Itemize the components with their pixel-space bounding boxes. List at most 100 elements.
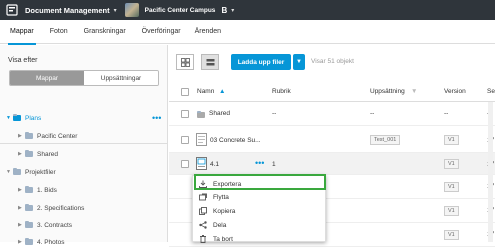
version-badge[interactable]: V1 — [444, 159, 459, 169]
list-icon — [206, 58, 214, 65]
version-badge[interactable]: V1 — [444, 206, 459, 216]
row-more-icon[interactable]: ••• — [255, 158, 264, 168]
table-scrollbar[interactable] — [488, 102, 493, 242]
expand-triangle-icon[interactable]: ▶ — [18, 151, 25, 157]
top-bar: Document Management ▾ Pacific Center Cam… — [0, 0, 495, 20]
tab-issues[interactable]: Ärenden — [195, 20, 221, 44]
tree-item-label: 1. Bids — [37, 186, 57, 194]
version-badge[interactable]: V1 — [444, 230, 459, 240]
folder-icon — [25, 237, 33, 245]
export-highlight-box — [194, 174, 326, 190]
menu-item-label: Dela — [213, 221, 227, 229]
column-header-set[interactable]: Uppsättning — [370, 88, 405, 95]
expand-triangle-icon[interactable]: ▶ — [18, 133, 25, 139]
tree-item-label: Projektfiler — [25, 168, 56, 176]
view-segmented-control: Mappar Uppsättningar — [9, 70, 159, 86]
folder-icon — [25, 131, 33, 139]
tree-item-plans[interactable]: ▼ Plans — [6, 112, 41, 124]
tree-item-label: 2. Specifications — [37, 204, 85, 212]
app-title[interactable]: Document Management — [25, 6, 110, 15]
expand-triangle-icon[interactable]: ▼ — [6, 115, 13, 121]
copy-icon — [199, 207, 213, 215]
move-icon — [199, 193, 213, 201]
tree-item-contracts[interactable]: ▶ 3. Contracts — [18, 219, 72, 231]
tree-item-specifications[interactable]: ▶ 2. Specifications — [18, 202, 84, 214]
tab-photos[interactable]: Foton — [50, 20, 68, 44]
row-title: -- — [272, 110, 277, 117]
tree-item-pacific-center[interactable]: ▶ Pacific Center — [18, 130, 77, 142]
divider — [0, 143, 168, 144]
tree-item-project-files[interactable]: ▼ Projektfiler — [6, 166, 56, 178]
tab-reviews[interactable]: Granskningar — [84, 20, 126, 44]
main-tabs: Mappar Foton Granskningar Överföringar Ä… — [0, 20, 495, 45]
document-icon — [196, 133, 207, 146]
upload-options-chevron-icon[interactable]: ▼ — [293, 54, 305, 70]
column-header-title[interactable]: Rubrik — [272, 88, 291, 95]
tree-item-label: Plans — [25, 114, 42, 122]
menu-item-copy[interactable]: Kopiera — [193, 205, 327, 217]
tree-item-shared[interactable]: ▶ Shared — [18, 148, 58, 160]
drawing-icon — [196, 157, 207, 170]
tree-item-label: Shared — [37, 150, 58, 158]
folder-icon — [25, 149, 33, 157]
menu-item-delete[interactable]: Ta bort — [193, 233, 327, 245]
tree-item-bids[interactable]: ▶ 1. Bids — [18, 184, 57, 196]
folder-icon — [25, 220, 33, 228]
row-name[interactable]: 03 Concrete Su... — [210, 137, 261, 144]
folder-icon — [13, 167, 21, 175]
project-thumbnail — [124, 3, 139, 17]
table-row[interactable]: 4.1 ••• 1 V1 17 — [169, 153, 495, 175]
expand-triangle-icon[interactable]: ▶ — [18, 239, 25, 245]
expand-triangle-icon[interactable]: ▶ — [18, 222, 25, 228]
tree-item-photos[interactable]: ▶ 4. Photos — [18, 236, 64, 248]
expand-triangle-icon[interactable]: ▼ — [6, 169, 13, 175]
share-icon — [199, 221, 213, 229]
expand-triangle-icon[interactable]: ▶ — [18, 187, 25, 193]
app-switcher-chevron-icon[interactable]: ▾ — [114, 7, 117, 14]
view-folders-button[interactable]: Mappar — [10, 71, 84, 85]
project-switcher-chevron-icon[interactable]: ▾ — [231, 7, 234, 14]
folder-icon — [197, 110, 205, 118]
tab-folders[interactable]: Mappar — [8, 20, 36, 45]
b-label: B — [221, 5, 228, 15]
grid-view-button[interactable] — [176, 54, 194, 70]
column-header-name[interactable]: Namn — [197, 88, 214, 95]
table-header: Namn ▲ Rubrik Uppsättning ▼ Version Se — [169, 82, 495, 102]
table-row[interactable]: 03 Concrete Su... Test_001 V1 17 — [169, 127, 495, 153]
column-header-extra[interactable]: Se — [487, 88, 495, 95]
item-count: Visar 51 objekt — [311, 58, 354, 65]
menu-item-share[interactable]: Dela — [193, 219, 327, 231]
version-badge[interactable]: V1 — [444, 182, 459, 192]
tree-item-label: 4. Photos — [37, 238, 65, 246]
filter-icon[interactable]: ▼ — [411, 88, 417, 95]
expand-triangle-icon[interactable]: ▶ — [18, 205, 25, 211]
view-sets-button[interactable]: Uppsättningar — [84, 71, 158, 85]
row-checkbox[interactable] — [181, 110, 189, 118]
table-row[interactable]: Shared -- -- -- -- — [169, 102, 495, 126]
set-badge: Test_001 — [370, 135, 401, 145]
menu-item-label: Ta bort — [213, 235, 233, 243]
upload-files-button[interactable]: Ladda upp filer — [231, 54, 291, 70]
version-badge[interactable]: V1 — [444, 135, 459, 145]
column-header-version[interactable]: Version — [444, 88, 466, 95]
row-checkbox[interactable] — [181, 160, 189, 168]
project-title[interactable]: Pacific Center Campus — [145, 7, 216, 14]
select-all-checkbox[interactable] — [181, 88, 189, 96]
plans-more-icon[interactable]: ••• — [152, 113, 161, 123]
menu-item-label: Kopiera — [213, 207, 236, 215]
tree-item-label: Pacific Center — [37, 132, 78, 140]
row-name[interactable]: Shared — [209, 110, 230, 117]
tree-item-label: 3. Contracts — [37, 221, 73, 229]
view-by-label: Visa efter — [8, 57, 38, 64]
list-view-button[interactable] — [201, 54, 219, 70]
folder-icon — [25, 185, 33, 193]
tab-transfers[interactable]: Överföringar — [142, 20, 181, 44]
menu-item-move[interactable]: Flytta — [193, 191, 327, 203]
sort-ascending-icon[interactable]: ▲ — [219, 88, 225, 95]
menu-item-label: Flytta — [213, 193, 229, 201]
row-title: 1 — [272, 161, 276, 168]
folder-icon — [13, 113, 21, 121]
row-checkbox[interactable] — [181, 136, 189, 144]
document-management-logo-icon — [6, 4, 18, 16]
row-name[interactable]: 4.1 — [210, 161, 219, 168]
